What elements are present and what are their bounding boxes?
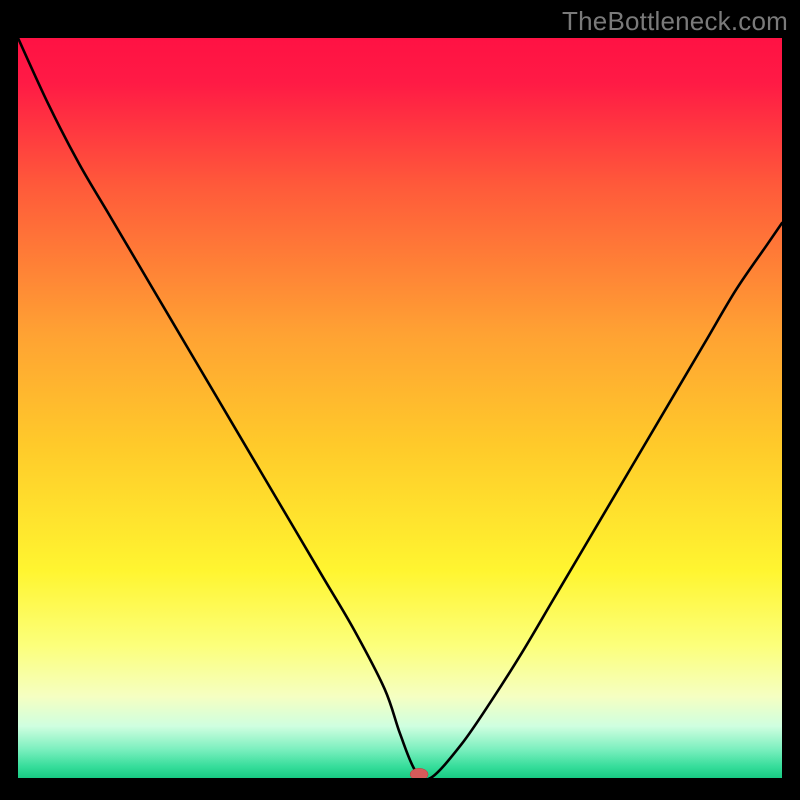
chart-frame: TheBottleneck.com — [0, 0, 800, 800]
watermark-text: TheBottleneck.com — [562, 6, 788, 37]
plot-area — [18, 38, 782, 778]
bottleneck-chart — [18, 38, 782, 778]
current-setup-marker — [410, 768, 428, 778]
